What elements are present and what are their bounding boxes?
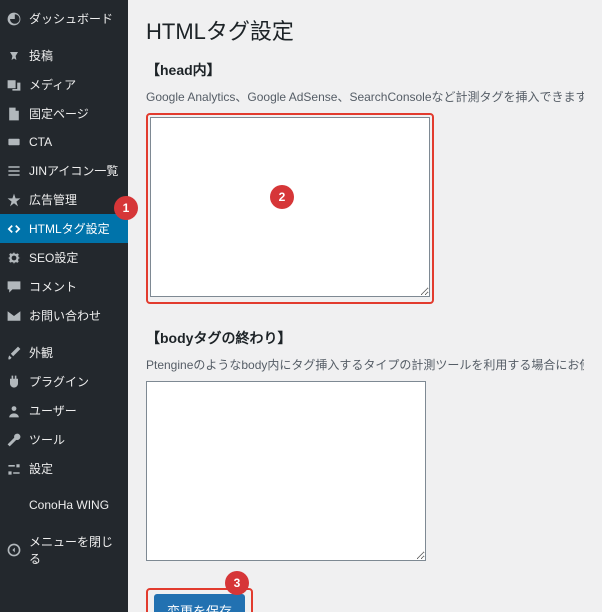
head-textarea-highlight: [146, 113, 434, 304]
head-textarea[interactable]: [150, 117, 430, 297]
blank-icon: [6, 497, 22, 513]
save-button-highlight: 変更を保存: [146, 588, 253, 612]
head-section: 【head内】 Google Analytics、Google AdSense、…: [146, 60, 584, 304]
sidebar-item-label: お問い合わせ: [29, 307, 101, 324]
sidebar-item-tools[interactable]: ツール: [0, 425, 128, 454]
dashboard-icon: [6, 11, 22, 27]
collapse-icon: [6, 542, 22, 558]
sidebar-item-html-tags[interactable]: HTMLタグ設定: [0, 214, 128, 243]
sidebar-item-label: プラグイン: [29, 373, 89, 390]
pin-icon: [6, 48, 22, 64]
sidebar-item-label: 投稿: [29, 47, 53, 64]
sidebar-item-dashboard[interactable]: ダッシュボード: [0, 4, 128, 33]
head-description: Google Analytics、Google AdSense、SearchCo…: [146, 88, 584, 105]
body-section: 【bodyタグの終わり】 Ptengineのようなbody内にタグ挿入するタイプ…: [146, 328, 584, 564]
sidebar-item-ads[interactable]: 広告管理: [0, 185, 128, 214]
cta-icon: [6, 134, 22, 150]
sidebar-item-label: 設定: [29, 460, 53, 477]
sidebar-item-plugins[interactable]: プラグイン: [0, 367, 128, 396]
sidebar-item-posts[interactable]: 投稿: [0, 41, 128, 70]
brush-icon: [6, 345, 22, 361]
sidebar-item-jin-icons[interactable]: JINアイコン一覧: [0, 156, 128, 185]
sidebar-item-appearance[interactable]: 外観: [0, 338, 128, 367]
body-description: Ptengineのようなbody内にタグ挿入するタイプの計測ツールを利用する場合…: [146, 356, 584, 373]
sidebar-item-label: ダッシュボード: [29, 10, 113, 27]
sidebar-item-label: SEO設定: [29, 249, 78, 266]
sidebar-item-label: メディア: [29, 76, 76, 93]
body-textarea[interactable]: [146, 381, 426, 561]
media-icon: [6, 77, 22, 93]
sidebar-item-contact[interactable]: お問い合わせ: [0, 301, 128, 330]
sidebar-item-collapse[interactable]: メニューを閉じる: [0, 527, 128, 573]
code-icon: [6, 221, 22, 237]
sidebar-item-label: 広告管理: [29, 191, 77, 208]
list-icon: [6, 163, 22, 179]
app-root: ダッシュボード 投稿 メディア 固定ページ CTA JINアイコン一覧 広告管理: [0, 0, 602, 612]
sidebar-item-label: HTMLタグ設定: [29, 220, 110, 237]
user-icon: [6, 403, 22, 419]
body-heading: 【bodyタグの終わり】: [146, 328, 584, 348]
page-icon: [6, 106, 22, 122]
mail-icon: [6, 308, 22, 324]
plug-icon: [6, 374, 22, 390]
sidebar-item-label: ユーザー: [29, 402, 77, 419]
sidebar-item-label: CTA: [29, 135, 52, 149]
star-icon: [6, 192, 22, 208]
sidebar-item-comments[interactable]: コメント: [0, 272, 128, 301]
sidebar-item-users[interactable]: ユーザー: [0, 396, 128, 425]
sidebar-item-pages[interactable]: 固定ページ: [0, 99, 128, 128]
page-title: HTMLタグ設定: [146, 14, 584, 46]
sliders-icon: [6, 461, 22, 477]
sidebar-item-media[interactable]: メディア: [0, 70, 128, 99]
save-button[interactable]: 変更を保存: [154, 594, 245, 612]
sidebar-item-seo[interactable]: SEO設定: [0, 243, 128, 272]
sidebar-item-label: JINアイコン一覧: [29, 162, 118, 179]
admin-sidebar: ダッシュボード 投稿 メディア 固定ページ CTA JINアイコン一覧 広告管理: [0, 0, 128, 612]
sidebar-item-label: 固定ページ: [29, 105, 89, 122]
main-content: HTMLタグ設定 【head内】 Google Analytics、Google…: [128, 0, 602, 612]
sidebar-item-conoha[interactable]: ConoHa WING: [0, 491, 128, 519]
wrench-icon: [6, 432, 22, 448]
comment-icon: [6, 279, 22, 295]
sidebar-item-label: 外観: [29, 344, 53, 361]
gear-icon: [6, 250, 22, 266]
sidebar-item-label: ツール: [29, 431, 65, 448]
sidebar-item-label: ConoHa WING: [29, 498, 109, 512]
sidebar-item-label: コメント: [29, 278, 77, 295]
head-heading: 【head内】: [146, 60, 584, 80]
sidebar-item-label: メニューを閉じる: [29, 533, 120, 567]
sidebar-item-cta[interactable]: CTA: [0, 128, 128, 156]
sidebar-item-settings[interactable]: 設定: [0, 454, 128, 483]
